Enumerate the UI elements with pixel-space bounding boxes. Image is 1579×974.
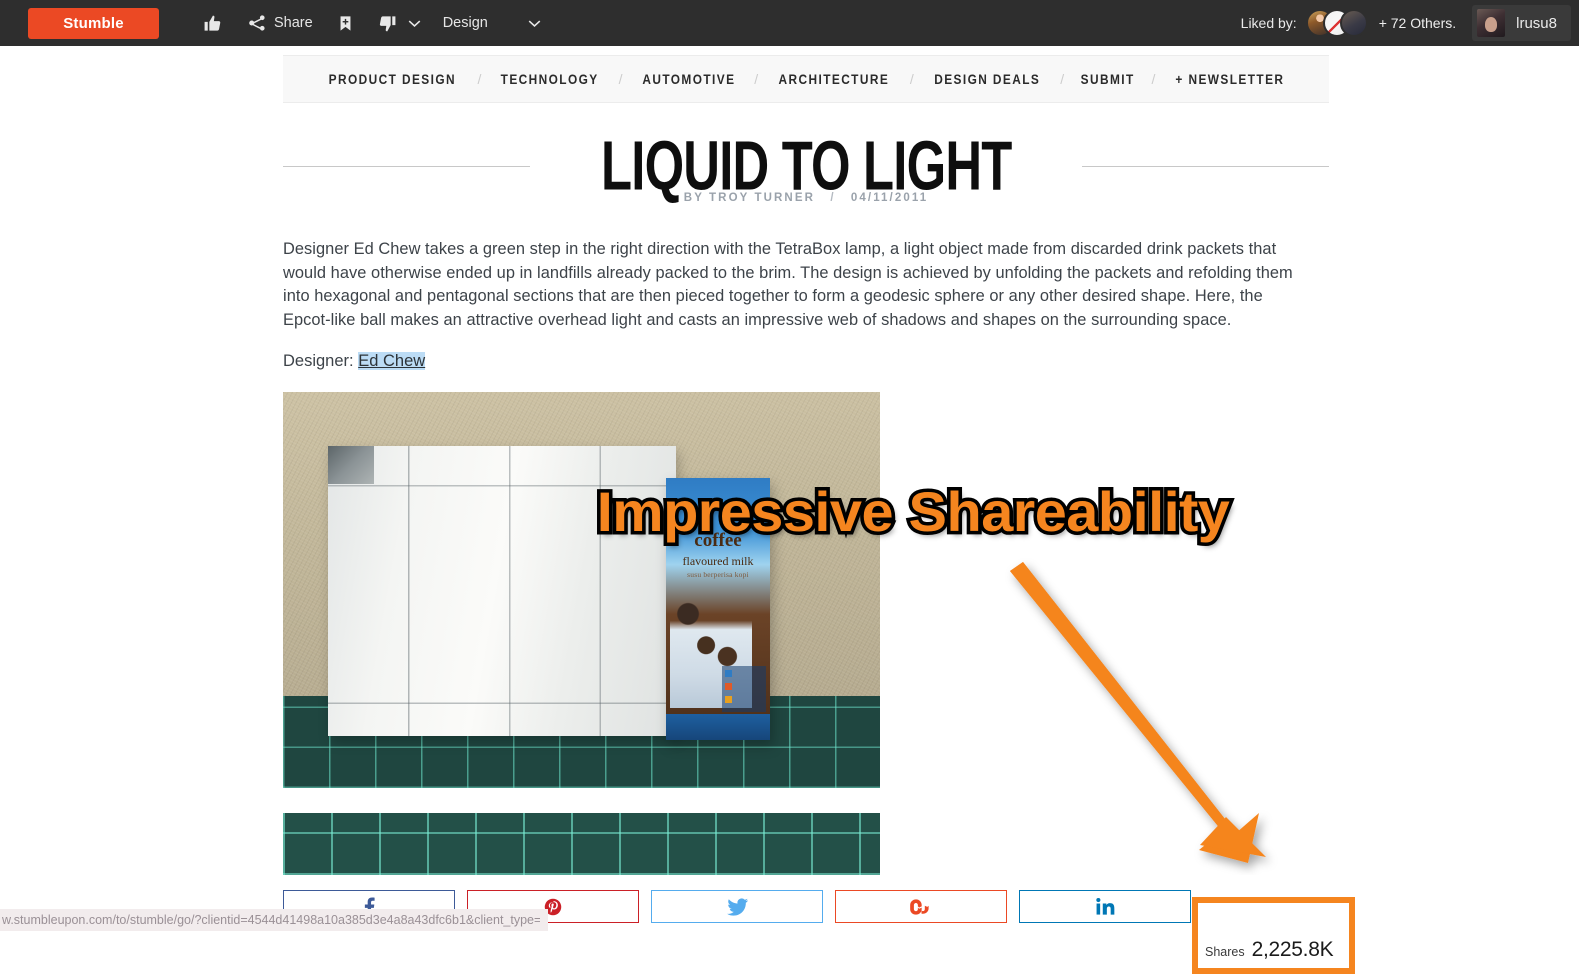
- shares-counter: Shares 2,225.8K: [1205, 938, 1334, 962]
- share-label[interactable]: Share: [274, 15, 313, 31]
- share-nodes-icon[interactable]: [248, 14, 266, 32]
- chevron-down-icon[interactable]: [408, 19, 421, 28]
- toolbar-right-group: Liked by: + 72 Others. lrusu8: [1241, 5, 1571, 41]
- article-body-text: Designer Ed Chew takes a green step in t…: [283, 240, 1293, 329]
- nav-item-design-deals[interactable]: DESIGN DEALS: [934, 72, 1040, 87]
- title-rule-left: [283, 165, 530, 167]
- shares-value: 2,225.8K: [1251, 938, 1334, 961]
- carton-brand-line2: flavoured milk: [682, 554, 754, 568]
- share-stumbleupon-button[interactable]: [835, 890, 1007, 923]
- title-row: LIQUID TO LIGHT: [283, 127, 1329, 205]
- title-rule-right: [1082, 165, 1329, 167]
- nav-item-architecture[interactable]: ARCHITECTURE: [779, 72, 890, 87]
- site-navigation: PRODUCT DESIGN / TECHNOLOGY / AUTOMOTIVE…: [283, 55, 1329, 103]
- byline: BY TROY TURNER / 04/11/2011: [283, 192, 1329, 204]
- nav-item-automotive[interactable]: AUTOMOTIVE: [642, 72, 735, 87]
- designer-line: Designer: Ed Chew: [283, 352, 426, 371]
- nav-separator: /: [618, 71, 623, 87]
- liker-avatars[interactable]: [1305, 9, 1368, 37]
- designer-link[interactable]: Ed Chew: [358, 352, 426, 370]
- byline-separator: /: [830, 192, 836, 204]
- channel-selector[interactable]: Design: [443, 15, 488, 31]
- annotation-caption: Impressive Shareability: [593, 477, 1233, 547]
- nav-item-submit[interactable]: SUBMIT: [1081, 72, 1135, 87]
- shares-label: Shares: [1205, 945, 1245, 959]
- article-image-main: coffee flavoured milk susu berperisa kop…: [283, 392, 880, 788]
- nav-item-product-design[interactable]: PRODUCT DESIGN: [328, 72, 455, 87]
- share-twitter-button[interactable]: [651, 890, 823, 923]
- carton-nutrition-badges: [722, 666, 766, 712]
- designer-label: Designer:: [283, 352, 354, 370]
- thumbs-up-icon[interactable]: [203, 14, 222, 33]
- browser-status-bar: w.stumbleupon.com/to/stumble/go/?clienti…: [0, 909, 548, 931]
- nav-separator: /: [1060, 71, 1065, 87]
- user-menu[interactable]: lrusu8: [1472, 5, 1571, 41]
- chevron-down-icon[interactable]: [528, 19, 541, 28]
- twitter-bird-icon: [726, 897, 748, 916]
- share-linkedin-button[interactable]: [1019, 890, 1191, 923]
- stumbleupon-toolbar: Stumble Share Design Liked by: + 72 Othe…: [0, 0, 1579, 46]
- shares-highlight-box: [1192, 897, 1355, 974]
- nav-separator: /: [754, 71, 759, 87]
- thumbs-down-icon[interactable]: [378, 14, 397, 33]
- avatar: [1477, 9, 1506, 37]
- nav-separator: /: [1151, 71, 1156, 87]
- status-bar-url: w.stumbleupon.com/to/stumble/go/?clienti…: [2, 913, 540, 927]
- linkedin-icon: [1095, 898, 1114, 915]
- stumble-button[interactable]: Stumble: [28, 7, 159, 39]
- article-image-secondary: [283, 813, 880, 875]
- liked-by-label: Liked by:: [1240, 15, 1297, 31]
- carton-brand-line3: susu berperisa kopi: [687, 570, 749, 579]
- nav-separator: /: [909, 71, 914, 87]
- liked-by-others-count[interactable]: + 72 Others.: [1379, 15, 1456, 31]
- user-name-label: lrusu8: [1516, 14, 1557, 32]
- stumbleupon-icon: [910, 898, 929, 915]
- carton-bottom-band: [666, 714, 770, 740]
- nav-item-technology[interactable]: TECHNOLOGY: [501, 72, 599, 87]
- nav-separator: /: [477, 71, 482, 87]
- nav-item-newsletter[interactable]: + NEWSLETTER: [1176, 72, 1285, 87]
- avatar[interactable]: [1339, 9, 1368, 37]
- bookmark-add-icon[interactable]: [337, 14, 354, 33]
- byline-date: 04/11/2011: [850, 192, 929, 204]
- byline-author: BY TROY TURNER: [683, 192, 816, 204]
